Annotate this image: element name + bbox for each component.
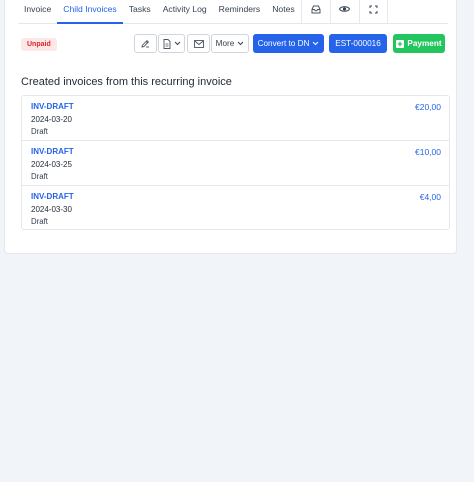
tab-preview[interactable] <box>329 0 359 24</box>
expand-icon <box>369 5 378 14</box>
convert-to-dn-button[interactable]: Convert to DN <box>253 34 324 53</box>
payment-label: Payment <box>407 39 442 48</box>
list-item[interactable]: INV-DRAFT €10,00 2024-03-25 Draft <box>22 141 449 186</box>
invoice-status: Draft <box>31 172 48 181</box>
estimate-label: EST-000016 <box>335 39 381 48</box>
invoice-panel: Invoice Child Invoices Tasks Activity Lo… <box>4 0 457 254</box>
invoice-status: Draft <box>31 127 48 136</box>
child-invoice-list: INV-DRAFT €20,00 2024-03-20 Draft INV-DR… <box>21 95 450 230</box>
list-item[interactable]: INV-DRAFT €4,00 2024-03-30 Draft <box>22 186 449 231</box>
invoice-date: 2024-03-20 <box>31 115 72 124</box>
envelope-icon <box>193 39 204 48</box>
list-item[interactable]: INV-DRAFT €20,00 2024-03-20 Draft <box>22 96 449 141</box>
email-button[interactable] <box>187 34 210 53</box>
pdf-dropdown-button[interactable] <box>158 34 185 53</box>
invoice-date: 2024-03-30 <box>31 205 72 214</box>
more-button[interactable]: More <box>211 34 249 53</box>
invoice-status: Draft <box>31 217 48 226</box>
invoice-date: 2024-03-25 <box>31 160 72 169</box>
invoice-number-link[interactable]: INV-DRAFT <box>31 102 74 111</box>
invoice-amount: €4,00 <box>419 192 441 202</box>
section-title: Created invoices from this recurring inv… <box>21 76 232 88</box>
invoice-amount: €20,00 <box>415 102 441 112</box>
tab-activity-log[interactable]: Activity Log <box>157 0 213 24</box>
edit-button[interactable] <box>134 34 157 53</box>
tab-bar: Invoice Child Invoices Tasks Activity Lo… <box>18 0 448 24</box>
eye-icon <box>339 5 351 13</box>
status-badge: Unpaid <box>21 38 57 51</box>
tab-inbox[interactable] <box>300 0 330 24</box>
convert-label: Convert to DN <box>257 39 310 48</box>
invoice-number-link[interactable]: INV-DRAFT <box>31 147 74 156</box>
inbox-icon <box>311 5 321 14</box>
tab-notes[interactable]: Notes <box>266 0 300 24</box>
file-pdf-icon <box>163 38 171 49</box>
more-label: More <box>215 39 235 48</box>
tab-fullscreen[interactable] <box>358 0 388 24</box>
estimate-link-button[interactable]: EST-000016 <box>329 34 387 53</box>
chevron-down-icon <box>174 41 181 46</box>
payment-button[interactable]: Payment <box>393 34 445 53</box>
invoice-number-link[interactable]: INV-DRAFT <box>31 192 74 201</box>
tab-invoice[interactable]: Invoice <box>18 0 57 24</box>
tab-child-invoices[interactable]: Child Invoices <box>57 0 123 24</box>
tab-reminders[interactable]: Reminders <box>213 0 267 24</box>
invoice-amount: €10,00 <box>415 147 441 157</box>
plus-square-icon <box>396 39 405 48</box>
tab-tasks[interactable]: Tasks <box>123 0 157 24</box>
chevron-down-icon <box>312 41 319 46</box>
chevron-down-icon <box>237 41 244 46</box>
pencil-icon <box>141 39 150 48</box>
